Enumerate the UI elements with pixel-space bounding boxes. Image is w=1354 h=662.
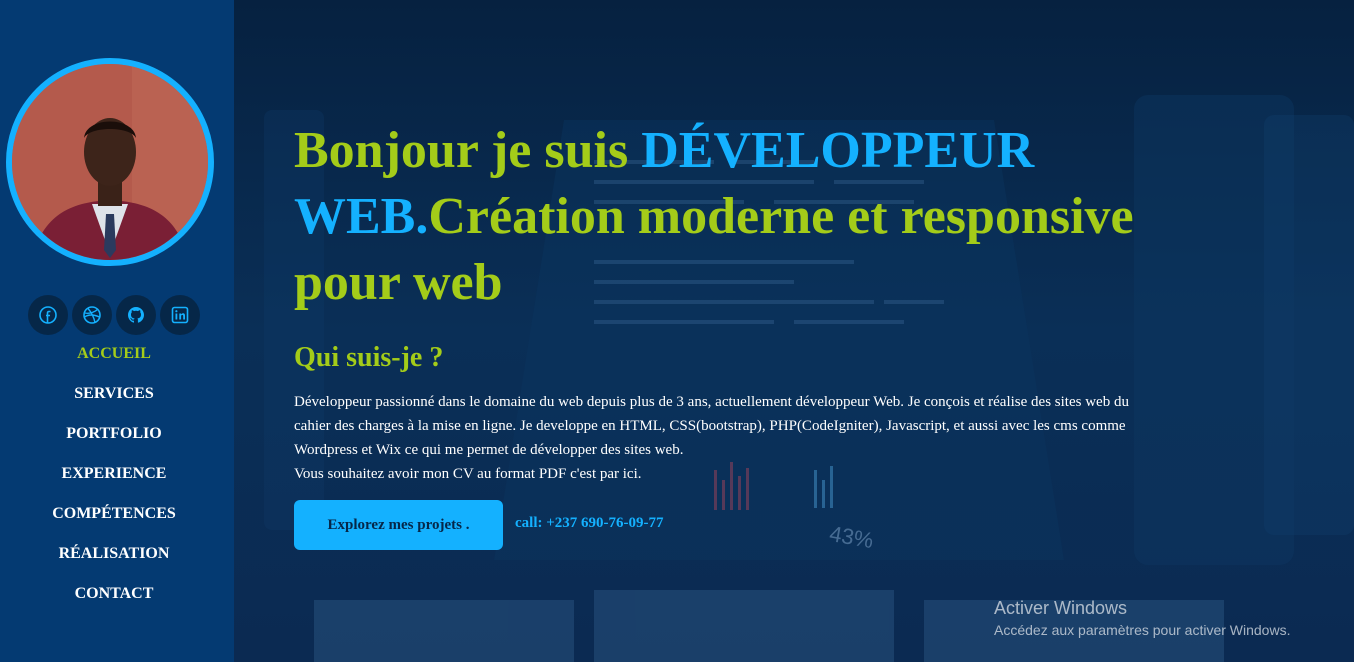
watermark-subtitle: Accédez aux paramètres pour activer Wind… [994,622,1291,638]
cv-download-text[interactable]: Vous souhaitez avoir mon CV au format PD… [294,466,642,482]
social-links [28,295,200,335]
hero-title: Bonjour je suis DÉVELOPPEUR WEB.Création… [294,118,1134,316]
facebook-icon [39,306,57,324]
watermark-title: Activer Windows [994,598,1128,618]
about-paragraph: Développeur passionné dans le domaine du… [294,394,1129,458]
main-nav: ACCUEIL SERVICES PORTFOLIO EXPERIENCE CO… [0,340,228,620]
hero-section: 43% Bonjour je suis DÉVELOPPEUR WEB.Créa… [234,0,1354,662]
call-link[interactable]: call: +237 690-76-09-77 [515,515,664,532]
github-icon [128,307,144,323]
profile-avatar [6,58,214,266]
sidebar: ACCUEIL SERVICES PORTFOLIO EXPERIENCE CO… [0,0,234,662]
github-link[interactable] [116,295,156,335]
explore-projects-button[interactable]: Explorez mes projets . [294,500,503,550]
nav-item-accueil[interactable]: ACCUEIL [0,340,228,380]
nav-item-contact[interactable]: CONTACT [0,580,228,620]
nav-item-experience[interactable]: EXPERIENCE [0,460,228,500]
nav-item-portfolio[interactable]: PORTFOLIO [0,420,228,460]
windows-activation-watermark: Activer Windows Accédez aux paramètres p… [994,597,1290,641]
linkedin-icon [171,306,189,324]
portfolio-page: ACCUEIL SERVICES PORTFOLIO EXPERIENCE CO… [0,0,1354,662]
facebook-link[interactable] [28,295,68,335]
linkedin-link[interactable] [160,295,200,335]
dribbble-icon [83,306,101,324]
nav-item-services[interactable]: SERVICES [0,380,228,420]
about-heading: Qui suis-je ? [294,342,444,373]
nav-item-competences[interactable]: COMPÉTENCES [0,500,228,540]
dribbble-link[interactable] [72,295,112,335]
nav-item-realisation[interactable]: RÉALISATION [0,540,228,580]
background-illustration: 43% [264,95,1354,662]
profile-photo [12,64,208,260]
about-text: Développeur passionné dans le domaine du… [294,390,1144,486]
hero-title-prefix: Bonjour je suis [294,122,642,179]
